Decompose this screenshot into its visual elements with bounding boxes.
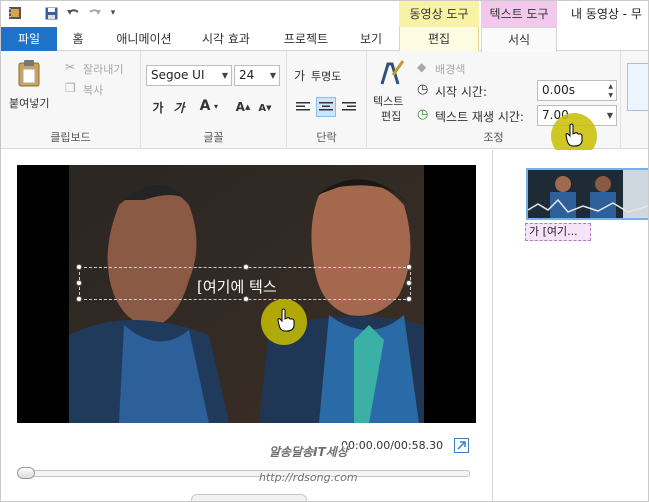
dropdown-icon[interactable]: ▾ <box>107 5 119 21</box>
spinner-icon: ▲ ▼ <box>608 83 613 99</box>
text-edit-label-line1: 텍스트 <box>373 95 404 108</box>
video-tools-context: 동영상 도구 <box>399 1 479 27</box>
start-time-spinner[interactable]: 0.00s ▲ ▼ <box>537 80 617 101</box>
resize-handle[interactable] <box>406 264 412 270</box>
resize-handle[interactable] <box>76 280 82 286</box>
tab-view[interactable]: 보기 <box>349 27 393 51</box>
playback-controls <box>191 494 307 501</box>
app-window: ▾ 동영상 도구 텍스트 도구 내 동영상 - 무 파일 홈 애니메이션 시각 … <box>0 0 649 502</box>
shrink-font-icon[interactable]: A ▼ <box>255 98 275 118</box>
duration-clock-icon: ◷ <box>417 107 429 122</box>
font-family-value: Segoe UI <box>151 68 205 82</box>
text-edit-button[interactable]: 텍스트 편집 <box>371 59 411 125</box>
tab-animation[interactable]: 애니메이션 <box>105 27 183 51</box>
clipboard-icon <box>17 59 41 87</box>
expand-preview-icon[interactable] <box>454 438 469 453</box>
duration-label: 텍스트 재생 시간: <box>435 110 524 124</box>
paste-label: 붙여넣기 <box>9 97 50 110</box>
seek-bar[interactable] <box>17 470 470 477</box>
text-edit-label-line2: 편집 <box>381 110 402 123</box>
seek-thumb[interactable] <box>17 467 35 479</box>
font-family-select[interactable]: Segoe UI ▼ <box>146 65 232 86</box>
start-time-value: 0.00s <box>542 83 575 97</box>
title-bar: ▾ 동영상 도구 텍스트 도구 내 동영상 - 무 <box>1 1 648 27</box>
chevron-down-icon: ▼ <box>221 71 228 80</box>
redo-icon[interactable] <box>87 5 103 21</box>
font-size-value: 24 <box>239 68 255 82</box>
watermark-url: http://rdsong.com <box>259 471 358 484</box>
tab-format[interactable]: 서식 <box>481 27 557 52</box>
film-icon <box>7 5 23 21</box>
resize-handle[interactable] <box>76 296 82 302</box>
background-color-button[interactable]: 배경색 <box>435 61 465 77</box>
align-left-icon[interactable] <box>293 97 313 117</box>
tab-home[interactable]: 홈 <box>63 27 93 51</box>
hand-cursor-icon <box>564 123 584 150</box>
paragraph-group-label: 단락 <box>316 131 337 144</box>
undo-icon[interactable] <box>65 5 81 21</box>
save-icon[interactable] <box>43 5 59 21</box>
copy-button[interactable]: 복사 <box>83 82 103 98</box>
video-preview[interactable]: [여기에 텍스 <box>17 165 476 423</box>
ribbon-tabs: 파일 홈 애니메이션 시각 효과 프로젝트 보기 편집 서식 <box>1 27 648 52</box>
preview-pane: [여기에 텍스 00:00.00/00:58.30 알송달송IT세상 <box>1 150 493 501</box>
text-edit-icon <box>379 59 405 90</box>
paste-button[interactable]: 붙여넣기 <box>7 57 51 119</box>
resize-handle[interactable] <box>243 264 249 270</box>
font-group-label: 글꼴 <box>203 131 224 144</box>
font-color-dropdown-icon[interactable]: ▾ <box>211 96 221 116</box>
transparency-button[interactable]: 투명도 <box>311 68 341 84</box>
chevron-down-icon: ▼ <box>606 111 613 120</box>
clipboard-group-label: 클립보드 <box>50 131 91 144</box>
transparency-icon: 가 <box>294 69 306 83</box>
italic-icon[interactable]: 가 <box>169 97 189 117</box>
tab-edit[interactable]: 편집 <box>399 27 479 51</box>
cut-button[interactable]: 잘라내기 <box>83 61 123 77</box>
playback-time: 00:00.00/00:58.30 <box>341 439 444 452</box>
window-title: 내 동영상 - 무 <box>571 7 642 21</box>
copy-icon: ❐ <box>65 81 76 95</box>
paragraph-group: 가 투명도 단락 <box>287 51 367 149</box>
resize-handle[interactable] <box>406 296 412 302</box>
font-group: Segoe UI ▼ 24 ▼ 가 가 A ▾ A ▲ A ▼ 글꼴 <box>141 51 287 149</box>
main-area: [여기에 텍스 00:00.00/00:58.30 알송달송IT세상 가 [여기… <box>1 150 648 501</box>
bold-icon[interactable]: 가 <box>148 97 168 117</box>
tab-project[interactable]: 프로젝트 <box>271 27 341 51</box>
clip-frames <box>528 170 648 218</box>
caption-text[interactable]: [여기에 텍스 <box>197 276 277 297</box>
hand-cursor-icon <box>276 308 296 335</box>
grow-font-icon[interactable]: A ▲ <box>233 97 253 117</box>
caption-clip[interactable]: 가 [여기... <box>525 223 591 241</box>
tab-visual-effects[interactable]: 시각 효과 <box>191 27 261 51</box>
paint-bucket-icon: ◆ <box>417 60 427 74</box>
tab-file[interactable]: 파일 <box>1 27 57 51</box>
resize-handle[interactable] <box>76 264 82 270</box>
resize-handle[interactable] <box>406 280 412 286</box>
watermark-text: 알송달송IT세상 <box>269 445 348 459</box>
scissors-icon: ✂ <box>65 60 76 74</box>
clock-icon: ◷ <box>417 82 429 97</box>
storyboard-pane: 가 [여기... <box>494 150 648 501</box>
chevron-down-icon: ▼ <box>269 71 276 80</box>
text-tools-context: 텍스트 도구 <box>481 1 557 27</box>
video-clip-thumbnail[interactable] <box>526 168 648 220</box>
start-time-label: 시작 시간: <box>435 85 488 99</box>
clipboard-group: 붙여넣기 ✂ 잘라내기 ❐ 복사 클립보드 <box>1 51 141 149</box>
next-group-edge <box>627 63 648 111</box>
align-right-icon[interactable] <box>339 97 359 117</box>
font-size-select[interactable]: 24 ▼ <box>234 65 280 86</box>
align-center-icon[interactable] <box>316 97 336 117</box>
